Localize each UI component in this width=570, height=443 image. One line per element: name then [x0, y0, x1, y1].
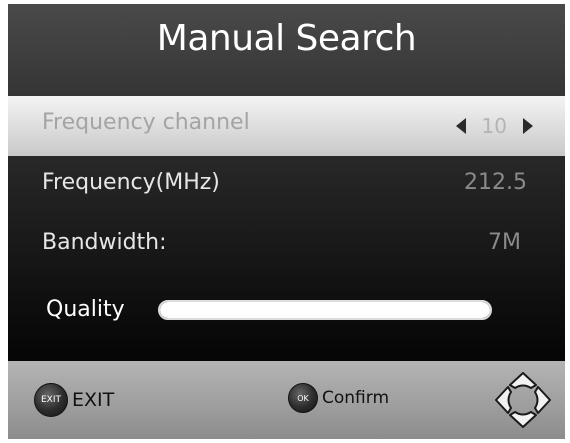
exit-label: EXIT — [72, 389, 115, 411]
row-frequency-mhz[interactable]: Frequency(MHz) 212.5 — [8, 156, 565, 216]
page-title: Manual Search — [156, 18, 417, 59]
navigation-pad-icon[interactable] — [492, 369, 554, 431]
frequency-channel-value: 10 — [481, 114, 507, 138]
nav-up-icon[interactable] — [509, 372, 537, 389]
arrow-left-icon[interactable] — [455, 118, 466, 134]
settings-panel: Manual Search Frequency channel 10 Frequ… — [8, 4, 565, 361]
exit-key-icon[interactable]: EXIT — [34, 383, 68, 417]
nav-left-icon[interactable] — [495, 386, 512, 414]
row-bandwidth[interactable]: Bandwidth: 7M — [8, 216, 565, 276]
arrow-right-icon[interactable] — [523, 118, 533, 134]
frequency-mhz-value: 212.5 — [464, 170, 527, 195]
row-frequency-channel[interactable]: Frequency channel 10 — [8, 96, 565, 156]
manual-search-screen: Manual Search Frequency channel 10 Frequ… — [8, 4, 565, 439]
quality-bar-fill — [160, 302, 490, 318]
quality-label: Quality — [46, 297, 125, 322]
nav-right-icon[interactable] — [534, 386, 551, 414]
quality-bar — [158, 300, 492, 320]
ok-key-icon[interactable]: OK — [288, 383, 318, 413]
exit-key-hint[interactable]: EXIT EXIT — [34, 383, 114, 417]
frequency-channel-label: Frequency channel — [42, 110, 250, 135]
channel-selector[interactable]: 10 — [455, 114, 533, 138]
nav-down-icon[interactable] — [509, 411, 537, 428]
bandwidth-label: Bandwidth: — [42, 230, 167, 255]
confirm-label: Confirm — [322, 388, 390, 408]
bandwidth-value: 7M — [488, 230, 521, 255]
footer-bar: EXIT EXIT OK Confirm — [8, 361, 565, 439]
confirm-key-hint[interactable]: OK Confirm — [288, 383, 389, 413]
frequency-mhz-label: Frequency(MHz) — [42, 170, 220, 195]
